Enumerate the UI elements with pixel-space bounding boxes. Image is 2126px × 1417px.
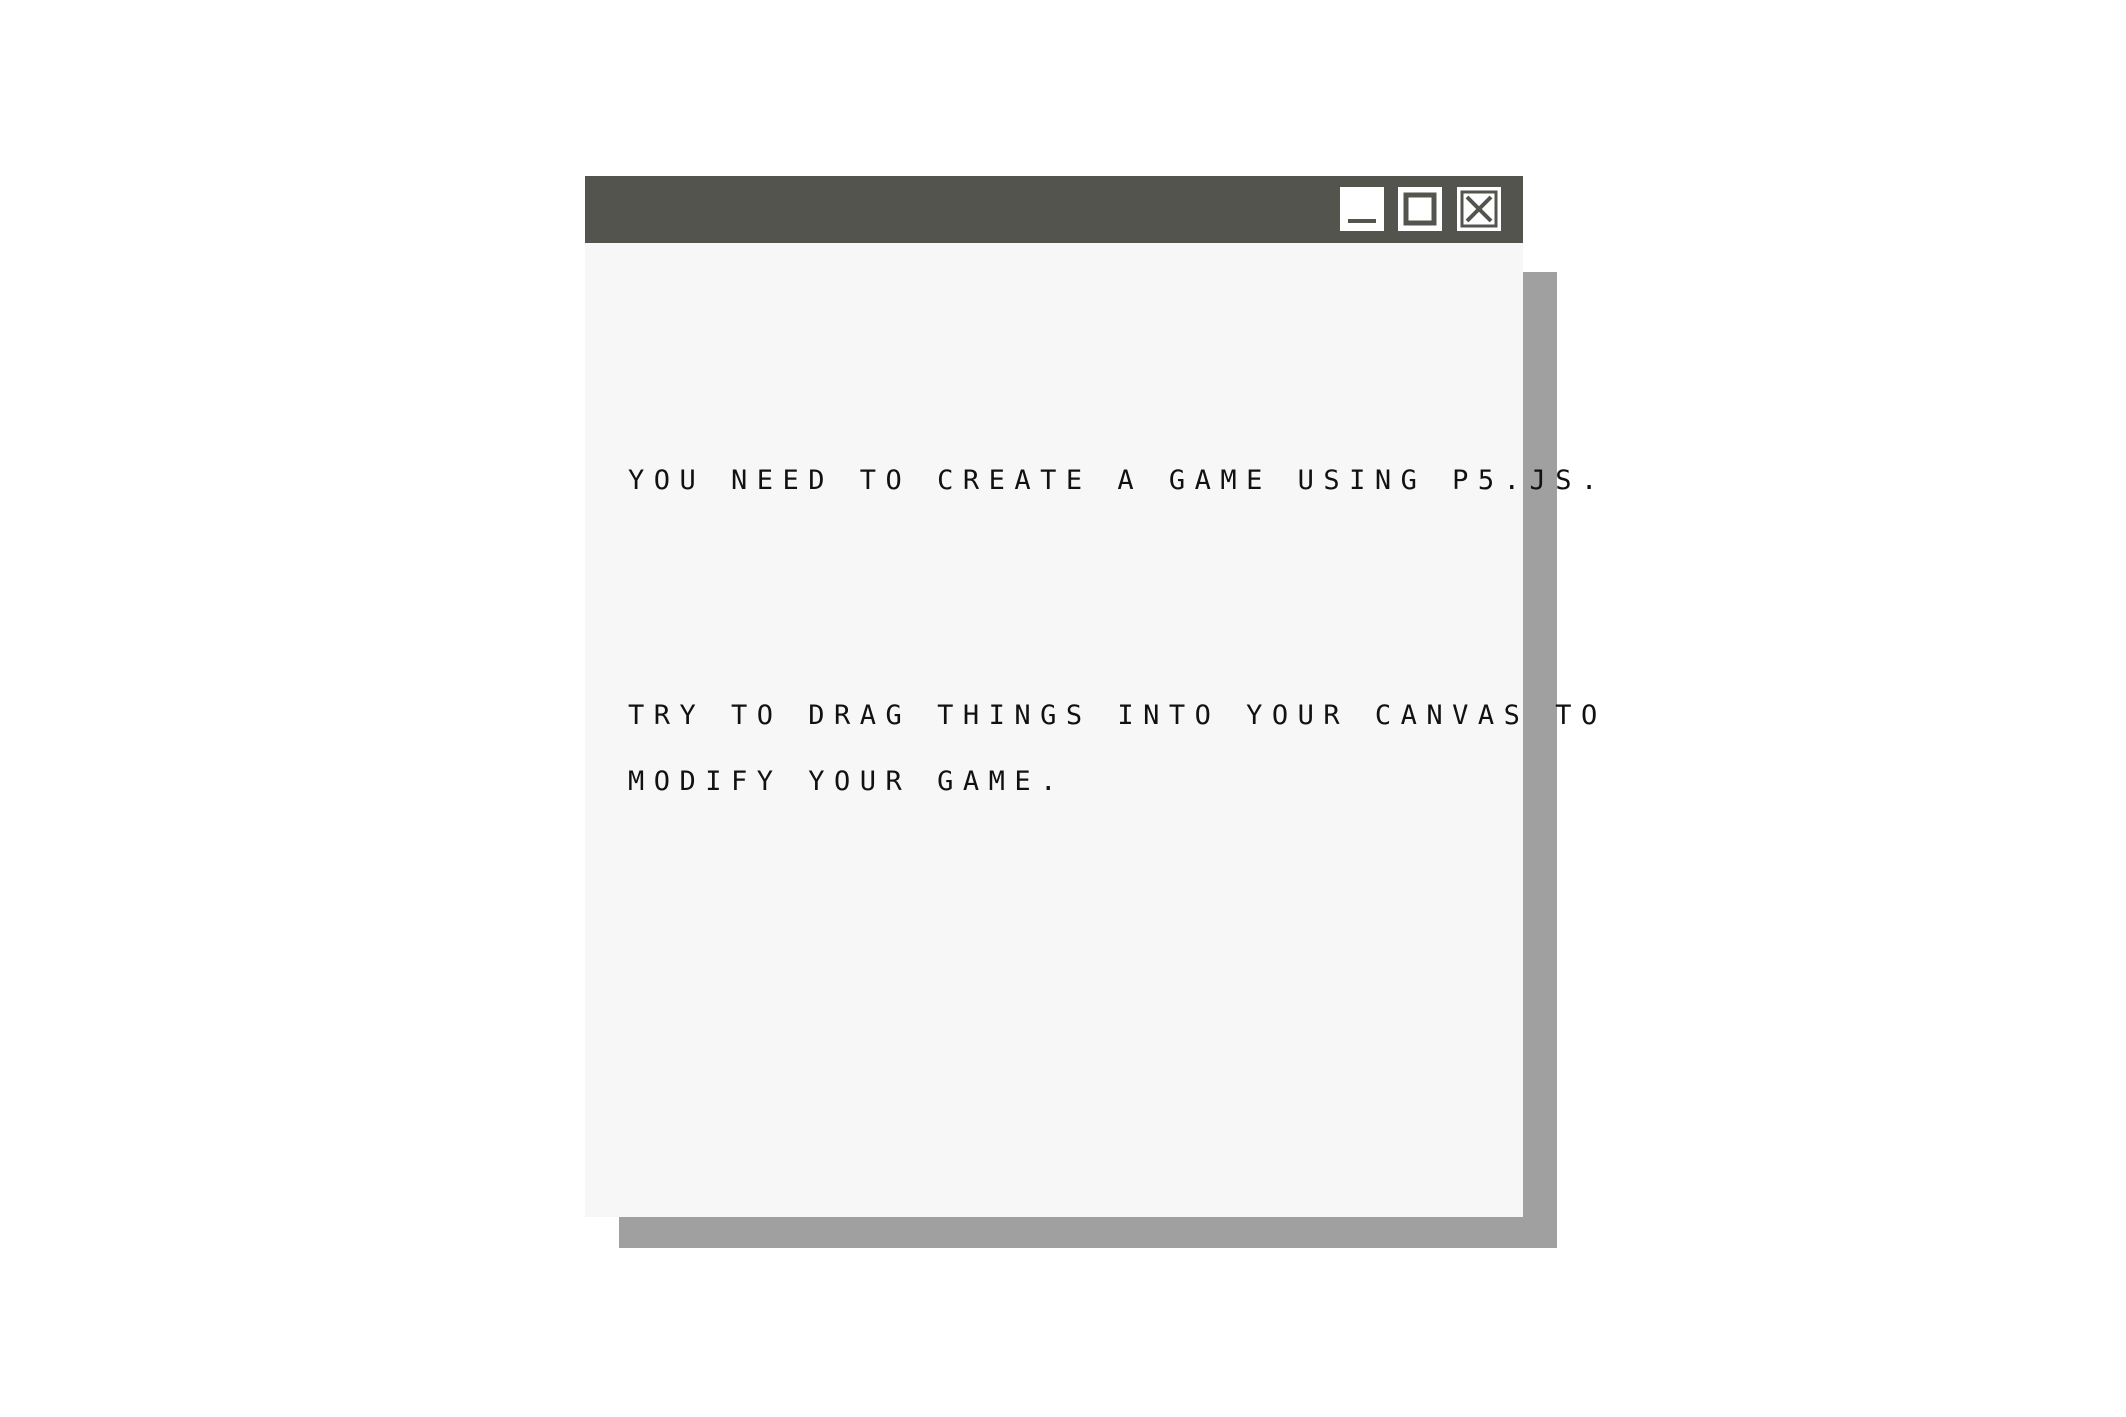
- dialog-window: YOU NEED TO CREATE A GAME USING P5.JS. T…: [585, 176, 1597, 1217]
- minimize-icon: [1348, 219, 1376, 223]
- maximize-button[interactable]: [1398, 187, 1442, 231]
- window-titlebar[interactable]: [585, 176, 1523, 243]
- close-button[interactable]: [1457, 187, 1501, 231]
- instruction-line: YOU NEED TO CREATE A GAME USING P5.JS.: [628, 465, 1607, 496]
- minimize-button[interactable]: [1340, 187, 1384, 231]
- instruction-text-2: TRY TO DRAG THINGS INTO YOUR CANVAS TO M…: [628, 683, 1597, 815]
- instruction-line: TRY TO DRAG THINGS INTO YOUR CANVAS TO: [628, 700, 1607, 731]
- maximize-icon: [1403, 192, 1437, 226]
- instruction-text-1: YOU NEED TO CREATE A GAME USING P5.JS.: [628, 448, 1597, 514]
- instruction-line: MODIFY YOUR GAME.: [628, 766, 1066, 797]
- close-icon: [1460, 190, 1498, 228]
